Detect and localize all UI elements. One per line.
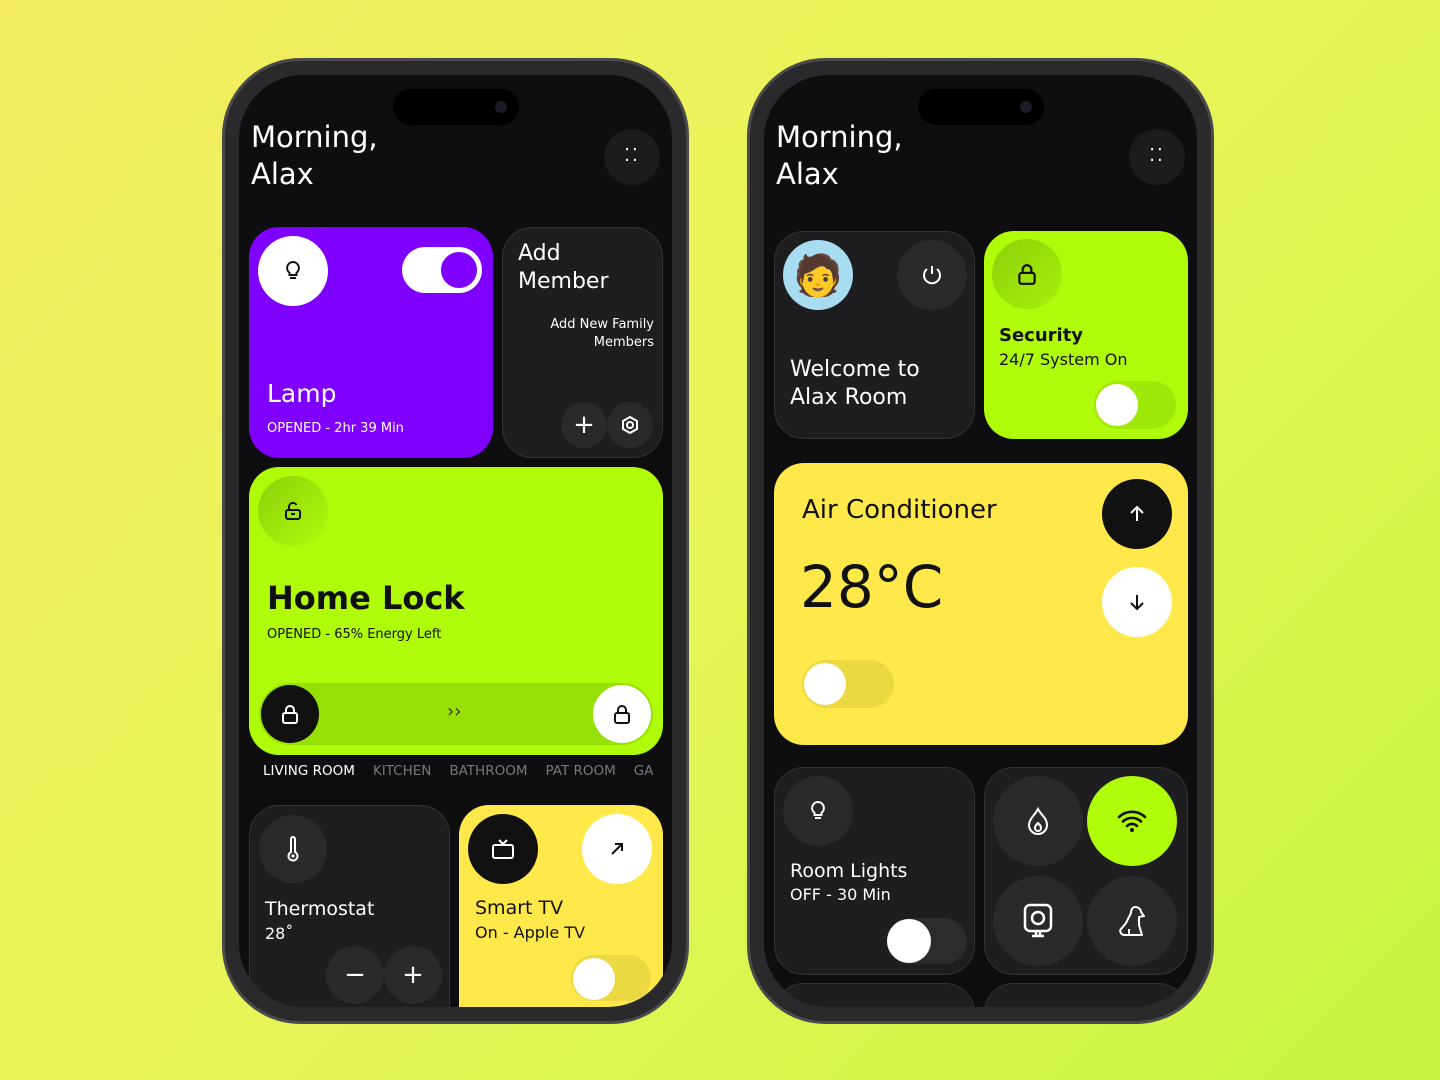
- increase-button[interactable]: +: [384, 946, 442, 1004]
- lock-icon: [282, 705, 298, 724]
- welcome-line1: Welcome to: [790, 357, 920, 382]
- security-toggle[interactable]: [1094, 381, 1176, 429]
- smart-tv-status: On - Apple TV: [475, 923, 586, 942]
- add-member-subtitle: Add New Family: [550, 317, 654, 332]
- greeting-name: Alax: [776, 157, 839, 191]
- wifi-icon: [1117, 810, 1147, 832]
- avatar[interactable]: 🧑: [783, 240, 853, 310]
- plus-icon: +: [402, 960, 424, 990]
- welcome-room: Alax Room: [790, 385, 908, 410]
- quick-controls-card: [984, 767, 1188, 975]
- arrow-up-right-icon: [611, 843, 623, 855]
- lamp-toggle[interactable]: [402, 247, 482, 293]
- dots-grid-icon: ⁚⁚: [624, 145, 640, 166]
- smart-tv-title: Smart TV: [475, 897, 564, 919]
- power-button[interactable]: [897, 240, 967, 310]
- menu-button[interactable]: ⁚⁚: [1129, 129, 1185, 185]
- greeting-line1: Morning,: [251, 120, 378, 154]
- left-phone: Morning, Alax ⁚⁚ Lamp OPENED - 2hr 39 Min…: [222, 58, 689, 1024]
- slider-chevrons: ››: [447, 701, 462, 722]
- lock-handle[interactable]: [261, 685, 319, 743]
- lightbulb-icon: [783, 776, 853, 846]
- left-screen: Morning, Alax ⁚⁚ Lamp OPENED - 2hr 39 Min…: [239, 75, 672, 1007]
- dog-icon: [1119, 906, 1145, 936]
- air-conditioner-card: Air Conditioner 28°C: [774, 463, 1188, 745]
- tab-kitchen[interactable]: KITCHEN: [373, 763, 432, 779]
- right-screen: Morning, Alax ⁚⁚ 🧑 Welcome to Alax Room Se…: [764, 75, 1197, 1007]
- arrow-up-icon: [1130, 505, 1144, 521]
- greeting: Morning, Alax: [251, 119, 378, 193]
- room-lights-title: Room Lights: [790, 860, 908, 882]
- add-member-subtitle-2: Members: [593, 335, 654, 350]
- lightbulb-icon: [258, 236, 328, 306]
- decrease-button[interactable]: −: [326, 946, 384, 1004]
- tab-living-room[interactable]: LIVING ROOM: [263, 763, 355, 779]
- room-tabs: LIVING ROOM KITCHEN BATHROOM PAT ROOM GA: [263, 763, 654, 779]
- lock-slider[interactable]: ››: [259, 683, 653, 745]
- next-card: [774, 983, 975, 1007]
- dynamic-island: [392, 89, 519, 125]
- open-tv-button[interactable]: [582, 814, 652, 884]
- member-settings-button[interactable]: [607, 402, 653, 448]
- pet-button[interactable]: [1087, 876, 1177, 966]
- lock-icon: [614, 705, 630, 724]
- unlock-icon: [258, 476, 328, 546]
- welcome-card: 🧑 Welcome to Alax Room: [774, 231, 975, 439]
- ac-title: Air Conditioner: [802, 495, 997, 525]
- add-member-title: Add: [518, 241, 561, 266]
- tab-bathroom[interactable]: BATHROOM: [449, 763, 527, 779]
- dots-grid-icon: ⁚⁚: [1149, 145, 1165, 166]
- speaker-icon: [1023, 903, 1053, 938]
- add-member-card: Add Member Add New Family Members +: [502, 227, 663, 458]
- power-icon: [923, 266, 941, 285]
- settings-icon: [622, 415, 638, 435]
- room-lights-toggle[interactable]: [887, 918, 967, 964]
- smart-tv-card: Smart TV On - Apple TV: [459, 805, 663, 1007]
- minus-icon: −: [344, 960, 366, 990]
- menu-button[interactable]: ⁚⁚: [604, 129, 660, 185]
- smart-tv-toggle[interactable]: [571, 955, 651, 1001]
- tv-icon: [468, 814, 538, 884]
- right-phone: Morning, Alax ⁚⁚ 🧑 Welcome to Alax Room Se…: [747, 58, 1214, 1024]
- greeting-name: Alax: [251, 157, 314, 191]
- speaker-button[interactable]: [993, 876, 1083, 966]
- add-member-title-2: Member: [518, 269, 609, 294]
- ac-toggle[interactable]: [802, 660, 894, 708]
- wifi-button[interactable]: [1087, 776, 1177, 866]
- room-lights-card: Room Lights OFF - 30 Min: [774, 767, 975, 975]
- home-lock-card: Home Lock OPENED - 65% Energy Left ››: [249, 467, 663, 755]
- flame-icon: [1027, 807, 1049, 835]
- security-card: Security 24/7 System On: [984, 231, 1188, 439]
- greeting: Morning, Alax: [776, 119, 903, 193]
- arrow-down-icon: [1130, 595, 1144, 611]
- lock-icon: [992, 239, 1062, 309]
- next-card: [984, 983, 1188, 1007]
- thermostat-title: Thermostat: [265, 898, 375, 920]
- flame-button[interactable]: [993, 776, 1083, 866]
- thermostat-card: Thermostat 28˚ − +: [249, 805, 450, 1007]
- security-status: 24/7 System On: [999, 350, 1128, 369]
- tab-garage[interactable]: GA: [634, 763, 654, 779]
- home-lock-title: Home Lock: [267, 579, 465, 617]
- ac-temperature: 28°C: [800, 553, 944, 621]
- temp-down-button[interactable]: [1102, 567, 1172, 637]
- tab-pat-room[interactable]: PAT ROOM: [546, 763, 616, 779]
- lamp-card[interactable]: Lamp OPENED - 2hr 39 Min: [249, 227, 493, 458]
- thermometer-icon: [259, 815, 327, 883]
- plus-icon: +: [573, 410, 595, 440]
- greeting-line1: Morning,: [776, 120, 903, 154]
- lock-target[interactable]: [593, 685, 651, 743]
- lamp-status: OPENED - 2hr 39 Min: [267, 421, 404, 436]
- thermostat-value: 28˚: [265, 924, 294, 943]
- temp-up-button[interactable]: [1102, 479, 1172, 549]
- home-lock-status: OPENED - 65% Energy Left: [267, 627, 442, 642]
- security-title: Security: [999, 325, 1084, 346]
- dynamic-island: [917, 89, 1044, 125]
- lamp-title: Lamp: [267, 379, 337, 408]
- add-member-button[interactable]: +: [561, 402, 607, 448]
- room-lights-status: OFF - 30 Min: [790, 885, 891, 904]
